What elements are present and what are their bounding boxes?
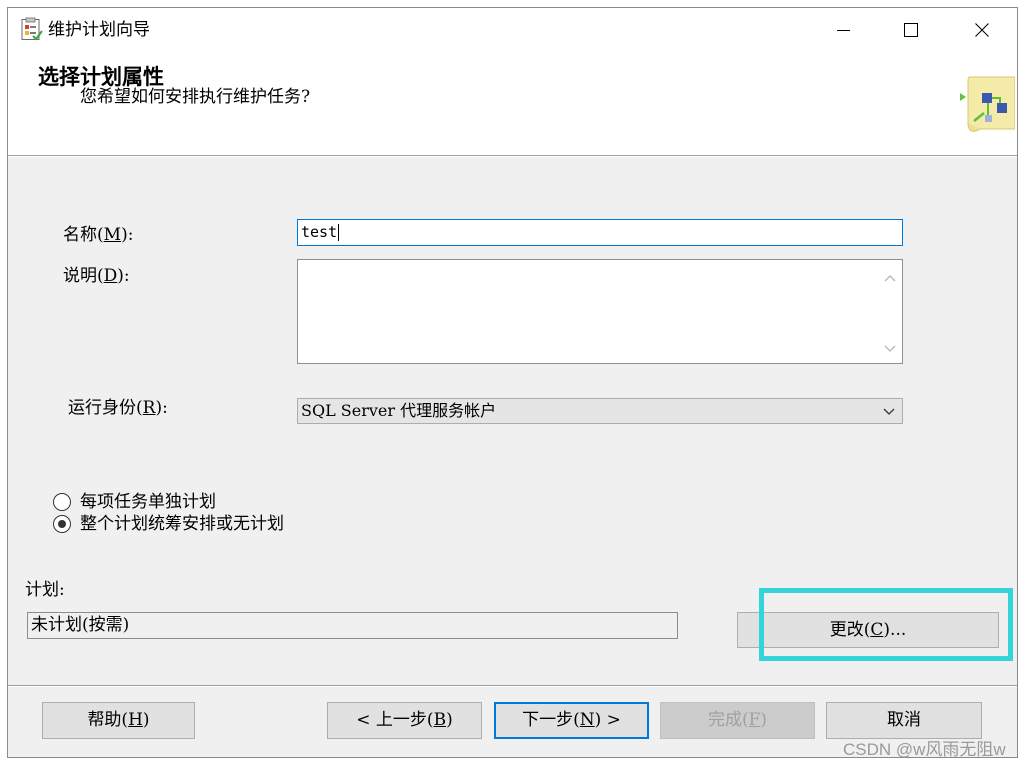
maintenance-plan-wizard-window: 维护计划向导 选择计划属性 您希望如何安排执行维护任务? 名称(M): test… <box>7 7 1018 758</box>
schedule-value: 未计划(按需) <box>31 615 130 635</box>
page-subtitle: 您希望如何安排执行维护任务? <box>80 87 311 107</box>
cancel-button[interactable]: 取消 <box>826 702 982 739</box>
page-title: 选择计划属性 <box>38 65 164 89</box>
maintenance-plan-icon <box>21 17 43 41</box>
minimize-icon[interactable] <box>837 23 851 37</box>
access-key-underline: B <box>433 710 447 730</box>
access-key-underline: R <box>142 398 156 418</box>
header-divider <box>7 155 1018 157</box>
name-label: 名称(M): <box>63 225 134 245</box>
access-key-underline: N <box>579 710 595 730</box>
access-key-underline: M <box>103 225 122 245</box>
next-button[interactable]: 下一步(N) > <box>494 702 649 739</box>
name-input[interactable]: test <box>297 219 903 246</box>
access-key-underline: H <box>128 710 143 730</box>
finish-button[interactable]: 完成(F) <box>660 702 815 739</box>
chevron-up-icon[interactable] <box>884 274 896 282</box>
footer-divider <box>7 685 1018 687</box>
radio-single-schedule-label[interactable]: 整个计划统筹安排或无计划 <box>80 514 284 534</box>
close-icon[interactable] <box>975 23 989 37</box>
watermark: CSDN @w风雨无阻w <box>843 740 1006 759</box>
access-key-underline: D <box>103 266 118 286</box>
title-and-header-area: 维护计划向导 选择计划属性 您希望如何安排执行维护任务? <box>7 7 1018 155</box>
radio-separate-schedules-label[interactable]: 每项任务单独计划 <box>80 492 216 512</box>
access-key-underline: C <box>870 620 884 640</box>
change-schedule-button[interactable]: 更改(C)... <box>737 612 999 648</box>
run-as-selected-value: SQL Server 代理服务帐户 <box>301 401 497 420</box>
description-textarea[interactable] <box>297 259 903 364</box>
text-caret <box>338 224 340 241</box>
chevron-down-icon[interactable] <box>884 345 896 353</box>
schedule-field: 未计划(按需) <box>27 612 678 639</box>
radio-selected-dot <box>58 520 66 528</box>
back-button[interactable]: < 上一步(B) <box>327 702 482 739</box>
help-button[interactable]: 帮助(H) <box>42 702 195 739</box>
wizard-banner-icon <box>960 76 1015 132</box>
window-title: 维护计划向导 <box>48 20 150 40</box>
schedule-label: 计划: <box>25 580 65 600</box>
run-as-dropdown[interactable]: SQL Server 代理服务帐户 <box>297 398 903 424</box>
radio-separate-schedules[interactable] <box>53 493 71 511</box>
run-as-label: 运行身份(R): <box>68 398 168 418</box>
description-label: 说明(D): <box>63 266 130 286</box>
description-scrollbar[interactable] <box>878 260 902 363</box>
name-input-value: test <box>301 223 338 241</box>
maximize-icon[interactable] <box>904 23 918 37</box>
radio-single-schedule[interactable] <box>53 515 71 533</box>
chevron-down-icon[interactable] <box>883 408 895 416</box>
access-key-underline: F <box>748 710 761 730</box>
